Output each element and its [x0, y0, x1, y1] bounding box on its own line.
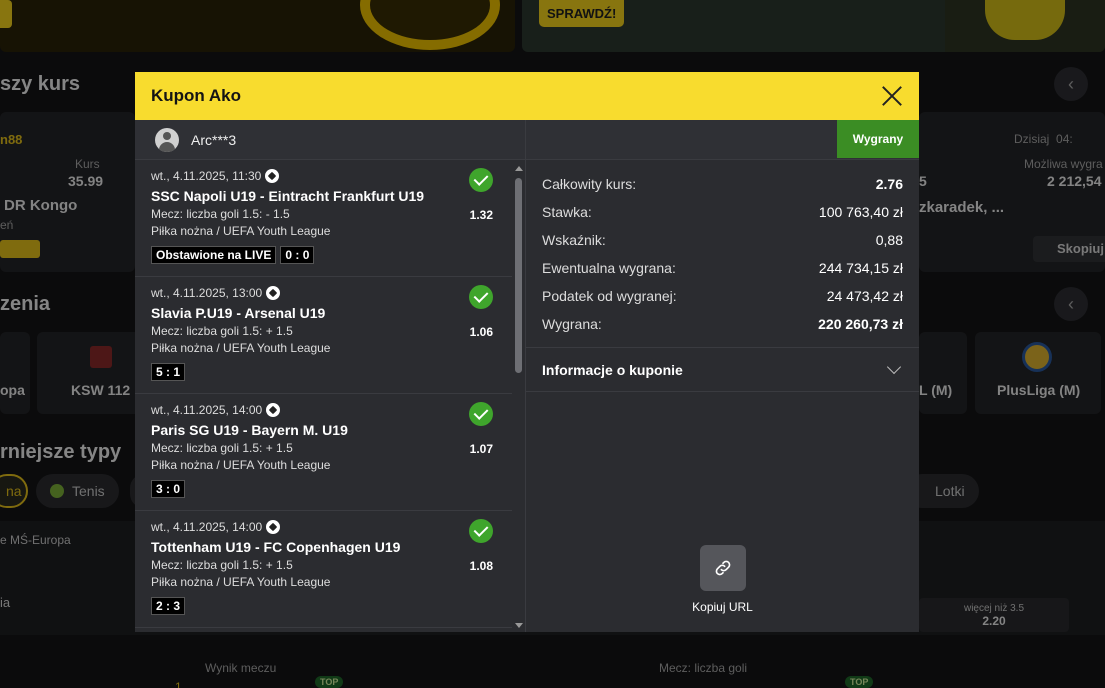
- coupon-info-toggle[interactable]: Informacje o kuponie: [526, 348, 919, 392]
- check-icon: [469, 519, 493, 543]
- avatar: [155, 127, 179, 152]
- bet-league: Piłka nożna / UEFA Youth League: [151, 341, 331, 355]
- score-badge: 5 : 1: [151, 363, 186, 381]
- bet-market: Mecz: liczba goli 1.5: + 1.5: [151, 558, 293, 572]
- bet-date: wt., 4.11.2025, 13:00: [151, 286, 513, 300]
- check-icon: [469, 285, 493, 309]
- bet-league: Piłka nożna / UEFA Youth League: [151, 458, 331, 472]
- username: Arc***3: [191, 131, 237, 148]
- modal-title: Kupon Ako: [151, 86, 242, 105]
- modal-header: Kupon Ako: [135, 72, 919, 120]
- copy-url-button[interactable]: [699, 545, 746, 591]
- score-badge: 2 : 3: [151, 597, 186, 615]
- bet-odds: 1.06: [469, 325, 493, 339]
- coupon-summary: Całkowity kurs: 2.76 Stawka: 100 763,40 zł…: [526, 160, 919, 348]
- close-icon[interactable]: [881, 85, 903, 107]
- soccer-ball-icon: [266, 286, 281, 300]
- status-badge: Wygrany: [837, 120, 919, 158]
- bet-league: Piłka nożna / UEFA Youth League: [151, 224, 331, 238]
- copy-url-label: Kopiuj URL: [692, 600, 753, 614]
- bet-market: Mecz: liczba goli 1.5: + 1.5: [151, 441, 293, 455]
- bet-item: wt., 4.11.2025, 14:00 Paris SG U19 - Bay…: [135, 394, 513, 511]
- bet-item: wt., 4.11.2025, 14:00 Tottenham U19 - FC…: [135, 511, 513, 628]
- bet-odds: 1.08: [469, 559, 493, 573]
- coupon-info-label: Informacje o kuponie: [542, 361, 683, 378]
- soccer-ball-icon: [266, 403, 281, 417]
- bet-odds: 1.32: [469, 208, 493, 222]
- bet-market: Mecz: liczba goli 1.5: + 1.5: [151, 324, 293, 338]
- summary-row-ratio: Wskaźnik: 0,88: [542, 232, 903, 248]
- summary-row-total-odds: Całkowity kurs: 2.76: [542, 176, 903, 192]
- summary-row-tax: Podatek od wygranej: 24 473,42 zł: [542, 288, 903, 304]
- coupon-modal: Kupon Ako Arc***3 wt., 4.11.2025, 11:30 …: [135, 72, 919, 632]
- summary-row-stake: Stawka: 100 763,40 zł: [542, 204, 903, 220]
- bet-market: Mecz: liczba goli 1.5: - 1.5: [151, 207, 290, 221]
- scroll-down-icon[interactable]: [515, 623, 523, 628]
- check-icon: [469, 402, 493, 426]
- score-badge: 0 : 0: [280, 246, 315, 264]
- live-badge: Obstawione na LIVE: [151, 246, 277, 264]
- soccer-ball-icon: [266, 520, 281, 534]
- scroll-up-icon[interactable]: [515, 166, 523, 171]
- bets-pane: Arc***3 wt., 4.11.2025, 11:30 SSC Napoli…: [135, 120, 526, 632]
- check-icon: [469, 168, 493, 192]
- score-badge: 3 : 0: [151, 480, 186, 498]
- link-icon: [715, 560, 730, 576]
- soccer-ball-icon: [265, 169, 280, 183]
- bet-date: wt., 4.11.2025, 11:30: [151, 169, 513, 183]
- bet-teams: Tottenham U19 - FC Copenhagen U19: [151, 539, 401, 555]
- bet-teams: SSC Napoli U19 - Eintracht Frankfurt U19: [151, 188, 425, 204]
- scrollbar[interactable]: [512, 160, 525, 632]
- summary-row-potential-win: Ewentualna wygrana: 244 734,15 zł: [542, 260, 903, 276]
- bet-date: wt., 4.11.2025, 14:00: [151, 403, 513, 417]
- summary-pane: Wygrany Całkowity kurs: 2.76 Stawka: 100 7…: [526, 120, 919, 632]
- user-row: Arc***3: [135, 120, 525, 160]
- bet-teams: Paris SG U19 - Bayern M. U19: [151, 422, 348, 438]
- bet-odds: 1.07: [469, 442, 493, 456]
- bet-league: Piłka nożna / UEFA Youth League: [151, 575, 331, 589]
- bet-item: wt., 4.11.2025, 13:00 Slavia P.U19 - Ars…: [135, 277, 513, 394]
- bet-date: wt., 4.11.2025, 14:00: [151, 520, 513, 534]
- summary-row-win: Wygrana: 220 260,73 zł: [542, 316, 903, 332]
- bet-list: wt., 4.11.2025, 11:30 SSC Napoli U19 - E…: [135, 160, 513, 632]
- bet-teams: Slavia P.U19 - Arsenal U19: [151, 305, 326, 321]
- scrollbar-thumb[interactable]: [515, 178, 522, 373]
- bet-item: wt., 4.11.2025, 11:30 SSC Napoli U19 - E…: [135, 160, 513, 277]
- chevron-down-icon[interactable]: [886, 359, 902, 374]
